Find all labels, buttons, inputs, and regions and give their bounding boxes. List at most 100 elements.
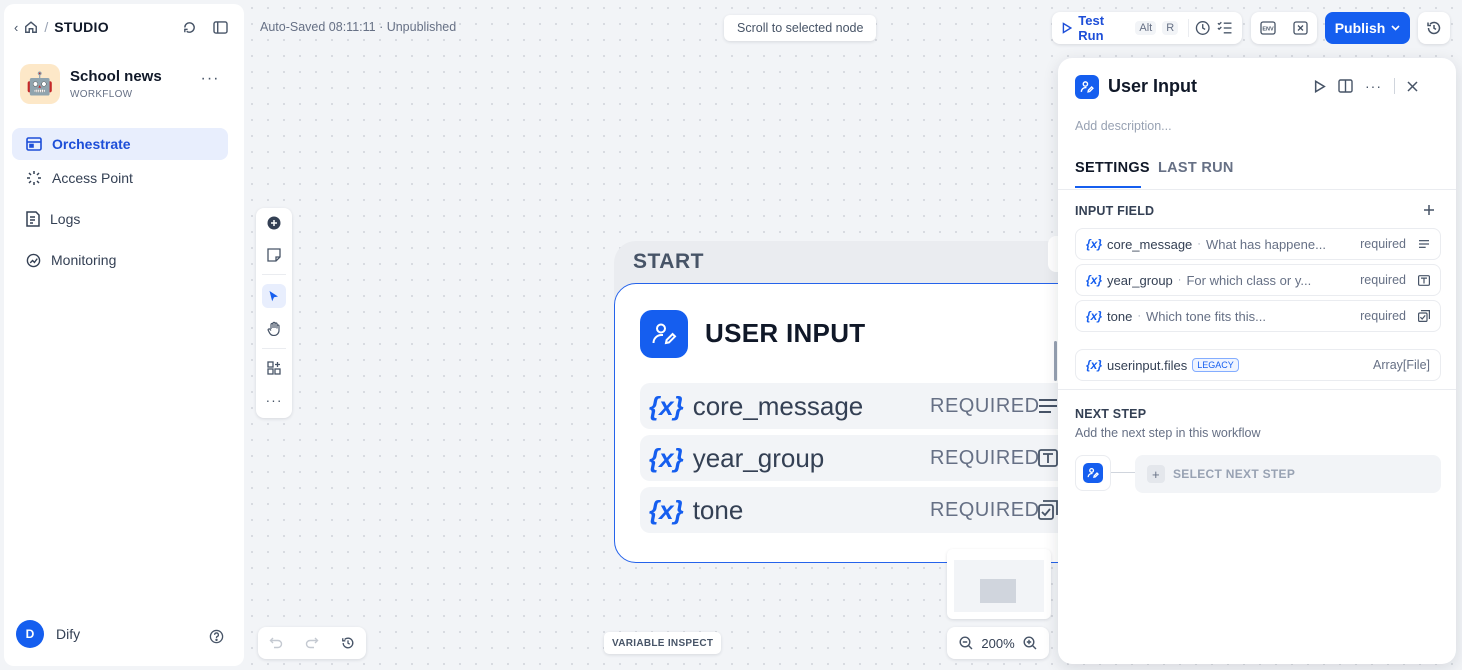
- undo-icon[interactable]: [269, 636, 283, 650]
- chevron-left-icon[interactable]: ‹: [14, 20, 18, 35]
- publish-button[interactable]: Publish: [1325, 12, 1410, 44]
- logs-icon: [26, 211, 40, 227]
- paragraph-icon: [1039, 399, 1057, 413]
- input-field-row[interactable]: {x} year_group · For which class or y...…: [1075, 264, 1441, 296]
- zoom-out-icon[interactable]: [959, 636, 973, 650]
- variable-required: REQUIRED: [930, 498, 1040, 521]
- add-note-icon[interactable]: [262, 243, 286, 267]
- field-name: year_group: [1107, 272, 1173, 288]
- node-variable-row: {x} year_group REQUIRED: [640, 435, 1070, 481]
- sidebar-item-access-point[interactable]: Access Point: [12, 162, 228, 194]
- add-node-icon[interactable]: [262, 211, 286, 235]
- user-menu[interactable]: D Dify: [16, 620, 80, 648]
- app-card[interactable]: 🤖 School news WORKFLOW: [20, 64, 162, 104]
- tab-settings[interactable]: SETTINGS: [1075, 160, 1150, 176]
- variable-name: core_message: [692, 390, 864, 421]
- play-icon: [1062, 22, 1073, 34]
- split-view-icon[interactable]: [1338, 79, 1353, 93]
- test-run-group: Test Run Alt R: [1052, 12, 1242, 44]
- shortcut-key: R: [1162, 21, 1179, 35]
- input-field-row[interactable]: {x} tone · Which tone fits this... requi…: [1075, 300, 1441, 332]
- publish-label: Publish: [1334, 20, 1386, 36]
- variable-required: REQUIRED: [930, 394, 1040, 417]
- variable-required: REQUIRED: [930, 446, 1040, 469]
- more-icon[interactable]: ···: [1365, 79, 1382, 93]
- panel-actions: ···: [1314, 78, 1418, 94]
- app-name: School news: [70, 68, 162, 85]
- variable-icon: {x}: [1086, 237, 1103, 251]
- help-icon[interactable]: [208, 628, 224, 644]
- variable-icon: {x}: [649, 390, 684, 421]
- svg-text:ENV: ENV: [1262, 27, 1274, 33]
- breadcrumb-studio[interactable]: STUDIO: [54, 19, 109, 35]
- variable-name: year_group: [692, 442, 825, 473]
- node-variable-row: {x} core_message REQUIRED: [640, 383, 1070, 429]
- user-name: Dify: [56, 626, 81, 642]
- user-input-icon: [640, 310, 688, 358]
- connector-line: [1111, 472, 1135, 473]
- sidebar-item-label: Access Point: [52, 170, 133, 186]
- variable-name: tone: [692, 494, 744, 525]
- divider: [1394, 78, 1395, 94]
- field-required: required: [1360, 273, 1406, 287]
- env-vars-group: ENV: [1251, 12, 1317, 44]
- field-description: Which tone fits this...: [1146, 308, 1266, 324]
- sidebar-item-label: Logs: [50, 211, 81, 227]
- scroll-to-node-button[interactable]: Scroll to selected node: [724, 15, 877, 41]
- select-next-step-button[interactable]: + SELECT NEXT STEP: [1135, 455, 1441, 493]
- tab-last-run[interactable]: LAST RUN: [1158, 160, 1234, 176]
- close-icon[interactable]: [1407, 80, 1418, 92]
- access-point-icon: [27, 171, 41, 185]
- sidebar-item-logs[interactable]: Logs: [12, 203, 228, 235]
- variable-icon: {x}: [1086, 309, 1103, 323]
- version-history-button[interactable]: [1418, 12, 1450, 44]
- chevron-down-icon: [1391, 25, 1400, 31]
- hand-mode-icon[interactable]: [262, 316, 286, 340]
- sidebar-item-orchestrate[interactable]: Orchestrate: [12, 128, 228, 160]
- more-icon[interactable]: ···: [201, 70, 219, 87]
- input-field-row[interactable]: {x} core_message · What has happene... r…: [1075, 228, 1441, 260]
- zoom-in-icon[interactable]: [1023, 636, 1037, 650]
- canvas-toolbar: ···: [256, 208, 292, 418]
- legacy-badge: LEGACY: [1192, 358, 1239, 372]
- test-run-button[interactable]: Test Run Alt R: [1062, 13, 1179, 43]
- panel-title[interactable]: User Input: [1108, 76, 1197, 97]
- refresh-icon[interactable]: [181, 19, 197, 35]
- field-name: tone: [1107, 308, 1133, 324]
- add-field-icon[interactable]: [1422, 203, 1436, 217]
- pointer-mode-icon[interactable]: [262, 284, 286, 308]
- sidebar-item-monitoring[interactable]: Monitoring: [12, 244, 228, 276]
- divider: [1058, 189, 1456, 190]
- history-icon[interactable]: [341, 636, 355, 650]
- sidebar-item-label: Monitoring: [51, 252, 117, 268]
- user-input-icon: [1075, 75, 1099, 99]
- divider: [1058, 389, 1456, 390]
- shortcut-key: Alt: [1135, 21, 1157, 35]
- variable-inspect-button[interactable]: VARIABLE INSPECT: [604, 632, 722, 654]
- field-description: What has happene...: [1205, 236, 1326, 252]
- description-input[interactable]: Add description...: [1075, 119, 1172, 133]
- checklist-history-icon[interactable]: [1195, 20, 1210, 36]
- sidebar-toggle-icon[interactable]: [212, 19, 228, 35]
- checklist-icon[interactable]: [1217, 21, 1232, 35]
- field-type: Array[File]: [1373, 358, 1430, 372]
- redo-icon[interactable]: [305, 636, 319, 650]
- conversation-vars-icon[interactable]: [1293, 21, 1308, 35]
- variable-icon: {x}: [1086, 273, 1103, 287]
- env-icon[interactable]: ENV: [1260, 21, 1276, 35]
- field-name: userinput.files: [1107, 357, 1188, 373]
- field-required: required: [1360, 237, 1406, 251]
- app-avatar: 🤖: [20, 64, 60, 104]
- canvas-scrollbar[interactable]: [1054, 341, 1057, 381]
- monitoring-icon: [26, 253, 41, 267]
- app-type: WORKFLOW: [70, 89, 133, 100]
- more-icon[interactable]: ···: [262, 388, 286, 412]
- undo-redo-bar: [258, 627, 366, 659]
- files-field-row[interactable]: {x} userinput.files LEGACY Array[File]: [1075, 349, 1441, 381]
- breadcrumb: ‹ / STUDIO: [14, 19, 109, 35]
- play-icon[interactable]: [1314, 79, 1326, 93]
- next-step-description: Add the next step in this workflow: [1075, 426, 1261, 440]
- organize-blocks-icon[interactable]: [262, 356, 286, 380]
- zoom-level[interactable]: 200%: [981, 636, 1014, 651]
- home-icon[interactable]: [24, 20, 38, 34]
